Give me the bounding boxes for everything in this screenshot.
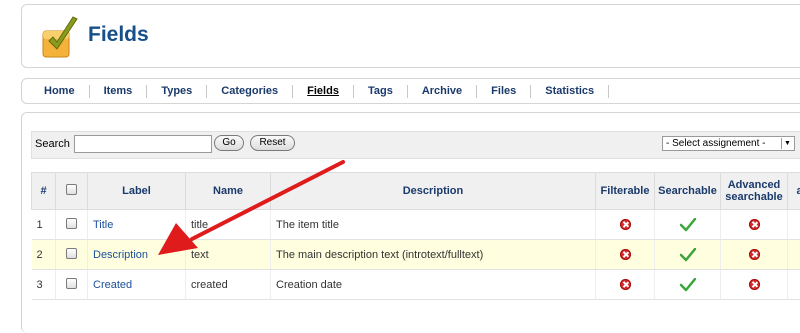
- search-input[interactable]: [74, 135, 212, 153]
- nav-statistics[interactable]: Statistics: [531, 85, 609, 98]
- table-row: 3 Created createdCreation date: [32, 270, 800, 300]
- row-name: title: [186, 210, 271, 240]
- col-description[interactable]: Description: [271, 173, 596, 210]
- row-description: The main description text (introtext/ful…: [271, 240, 596, 270]
- row-extra: [788, 270, 800, 300]
- table-row: 1 Title titleThe item title: [32, 210, 800, 240]
- search-label: Search: [35, 138, 70, 150]
- chevron-down-icon: ▼: [781, 138, 793, 149]
- col-extra[interactable]: a: [788, 173, 800, 210]
- fields-table: # Label Name Description Filterable Sear…: [31, 172, 800, 300]
- filter-bar: Search Go Reset - Select assignement - ▼: [31, 131, 800, 159]
- col-searchable[interactable]: Searchable: [655, 173, 721, 210]
- row-num: 1: [32, 210, 56, 240]
- row-select[interactable]: [56, 210, 88, 240]
- row-label-link[interactable]: Title: [93, 219, 113, 231]
- row-description: Creation date: [271, 270, 596, 300]
- row-checkbox[interactable]: [66, 218, 77, 229]
- row-label-link[interactable]: Description: [93, 249, 148, 261]
- row-extra: [788, 210, 800, 240]
- row-name: text: [186, 240, 271, 270]
- row-advanced-searchable[interactable]: [721, 210, 788, 240]
- row-select[interactable]: [56, 240, 88, 270]
- assignment-select-value: - Select assignement -: [666, 138, 766, 149]
- header-panel: Fields: [21, 4, 800, 68]
- assignment-select[interactable]: - Select assignement - ▼: [662, 136, 795, 151]
- row-description: The item title: [271, 210, 596, 240]
- nav-types[interactable]: Types: [147, 85, 207, 98]
- col-filterable[interactable]: Filterable: [596, 173, 655, 210]
- nav-archive[interactable]: Archive: [408, 85, 477, 98]
- page-title: Fields: [88, 23, 149, 47]
- cross-icon[interactable]: [749, 279, 760, 290]
- col-name[interactable]: Name: [186, 173, 271, 210]
- row-advanced-searchable[interactable]: [721, 270, 788, 300]
- cross-icon[interactable]: [620, 219, 631, 230]
- row-num: 3: [32, 270, 56, 300]
- nav-items[interactable]: Items: [90, 85, 148, 98]
- table-header-row: # Label Name Description Filterable Sear…: [32, 173, 800, 210]
- row-extra: [788, 240, 800, 270]
- checkmark-logo-icon: [37, 15, 81, 59]
- row-checkbox[interactable]: [66, 248, 77, 259]
- row-name: created: [186, 270, 271, 300]
- row-num: 2: [32, 240, 56, 270]
- col-advanced-searchable[interactable]: Advanced searchable: [721, 173, 788, 210]
- nav-categories[interactable]: Categories: [207, 85, 293, 98]
- row-filterable[interactable]: [596, 240, 655, 270]
- col-select-all[interactable]: [56, 173, 88, 210]
- row-searchable[interactable]: [655, 240, 721, 270]
- main-nav: Home Items Types Categories Fields Tags …: [21, 78, 800, 104]
- row-label-link[interactable]: Created: [93, 279, 132, 291]
- row-label[interactable]: Description: [88, 240, 186, 270]
- check-icon[interactable]: [680, 218, 696, 232]
- row-checkbox[interactable]: [66, 278, 77, 289]
- row-advanced-searchable[interactable]: [721, 240, 788, 270]
- row-searchable[interactable]: [655, 210, 721, 240]
- check-icon[interactable]: [680, 278, 696, 292]
- row-filterable[interactable]: [596, 270, 655, 300]
- reset-button[interactable]: Reset: [250, 135, 295, 151]
- row-label[interactable]: Created: [88, 270, 186, 300]
- cross-icon[interactable]: [620, 279, 631, 290]
- col-label[interactable]: Label: [88, 173, 186, 210]
- nav-home[interactable]: Home: [30, 85, 90, 98]
- cross-icon[interactable]: [749, 219, 760, 230]
- row-filterable[interactable]: [596, 210, 655, 240]
- row-searchable[interactable]: [655, 270, 721, 300]
- col-num: #: [32, 173, 56, 210]
- nav-tags[interactable]: Tags: [354, 85, 408, 98]
- row-select[interactable]: [56, 270, 88, 300]
- nav-fields[interactable]: Fields: [293, 85, 354, 98]
- table-row: 2 Description textThe main description tex…: [32, 240, 800, 270]
- cross-icon[interactable]: [620, 249, 631, 260]
- go-button[interactable]: Go: [214, 135, 244, 151]
- nav-files[interactable]: Files: [477, 85, 531, 98]
- check-icon[interactable]: [680, 248, 696, 262]
- row-label[interactable]: Title: [88, 210, 186, 240]
- select-all-checkbox[interactable]: [66, 184, 77, 195]
- cross-icon[interactable]: [749, 249, 760, 260]
